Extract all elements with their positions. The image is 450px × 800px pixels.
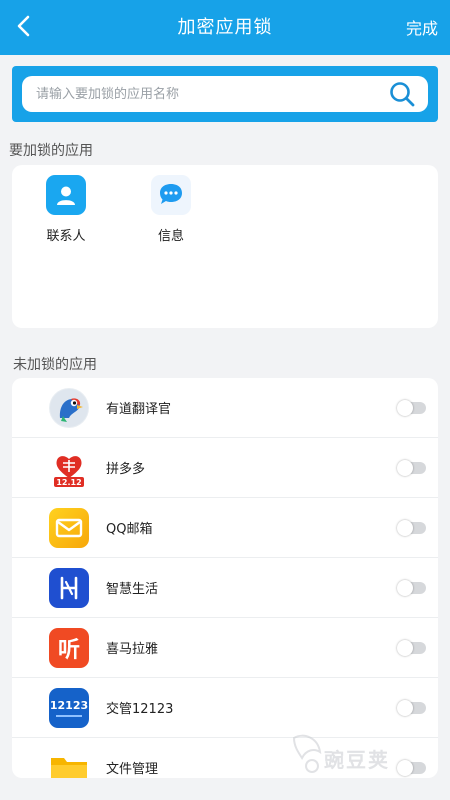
- lock-toggle[interactable]: [397, 400, 426, 416]
- toggle-knob: [397, 700, 413, 716]
- locked-app-messages[interactable]: 信息: [136, 175, 206, 244]
- unlocked-section-label: 未加锁的应用: [13, 357, 97, 373]
- app-name: 文件管理: [106, 762, 159, 777]
- app-row-qq-mail[interactable]: QQ邮箱: [12, 498, 438, 558]
- ximalaya-icon-text: 听: [57, 638, 80, 663]
- lock-toggle[interactable]: [397, 520, 426, 536]
- lock-toggle[interactable]: [397, 640, 426, 656]
- messages-icon: [151, 175, 191, 215]
- toggle-knob: [397, 640, 413, 656]
- done-button[interactable]: 完成: [406, 15, 438, 39]
- search-icon[interactable]: [388, 80, 416, 108]
- pinduoduo-icon: 12.12: [49, 448, 89, 488]
- app-name: 智慧生活: [106, 582, 159, 597]
- youdao-translate-icon: [49, 388, 89, 428]
- locked-app-name: 联系人: [46, 229, 86, 244]
- search-bar-container: [12, 66, 438, 122]
- toggle-knob: [397, 460, 413, 476]
- app-name: 有道翻译官: [106, 402, 172, 417]
- traffic-icon-text: 12123: [49, 699, 89, 712]
- watermark: 豌豆荚: [288, 724, 448, 784]
- app-row-ximalaya[interactable]: 听 喜马拉雅: [12, 618, 438, 678]
- app-name: 交管12123: [106, 702, 174, 717]
- toggle-knob: [397, 520, 413, 536]
- locked-app-contacts[interactable]: 联系人: [31, 175, 101, 244]
- app-name: 拼多多: [106, 462, 146, 477]
- locked-apps-card: 联系人 信息: [12, 165, 438, 328]
- app-row-smart-life[interactable]: 智慧生活: [12, 558, 438, 618]
- app-name: 喜马拉雅: [106, 642, 159, 657]
- traffic-12123-icon: 12123: [49, 688, 89, 728]
- app-row-youdao[interactable]: 有道翻译官: [12, 378, 438, 438]
- header-bar: 加密应用锁 完成: [0, 0, 450, 55]
- pinduoduo-badge-text: 12.12: [56, 478, 81, 487]
- contacts-icon: [46, 175, 86, 215]
- qq-mail-icon: [49, 508, 89, 548]
- search-box: [22, 76, 428, 112]
- watermark-logo-icon: [292, 734, 322, 773]
- lock-toggle[interactable]: [397, 580, 426, 596]
- toggle-knob: [397, 400, 413, 416]
- unlocked-apps-list: 有道翻译官 12.12 拼多多 QQ邮箱 智慧生活 听 喜马拉雅 12123 交…: [12, 378, 438, 778]
- locked-app-name: 信息: [157, 229, 184, 244]
- app-name: QQ邮箱: [106, 522, 153, 537]
- locked-section-label: 要加锁的应用: [9, 143, 93, 159]
- toggle-knob: [397, 580, 413, 596]
- watermark-text: 豌豆荚: [324, 748, 390, 772]
- lock-toggle[interactable]: [397, 700, 426, 716]
- file-manager-icon: [49, 748, 89, 778]
- search-input[interactable]: [36, 76, 376, 112]
- smart-life-icon: [49, 568, 89, 608]
- lock-toggle[interactable]: [397, 460, 426, 476]
- ximalaya-icon: 听: [49, 628, 89, 668]
- page-title: 加密应用锁: [177, 17, 273, 38]
- app-row-pinduoduo[interactable]: 12.12 拼多多: [12, 438, 438, 498]
- traffic-icon-line: [56, 715, 82, 717]
